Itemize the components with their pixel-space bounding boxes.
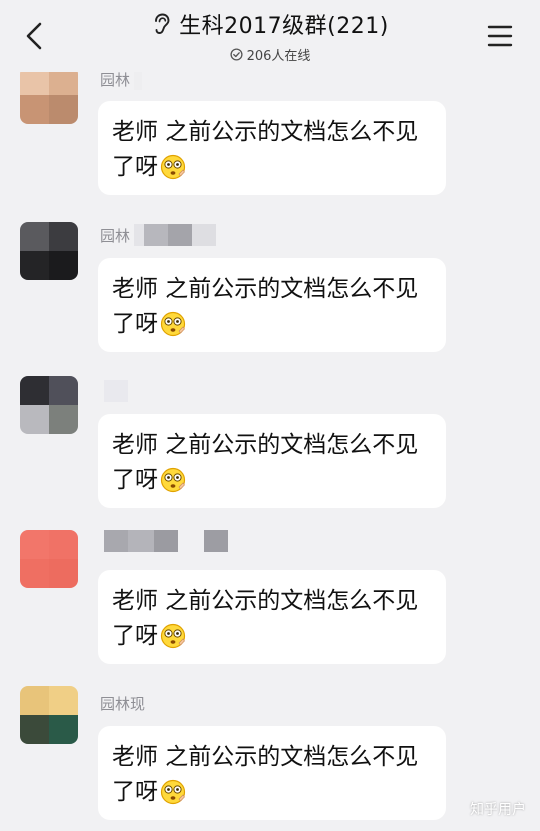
message-bubble[interactable]: 老师 之前公示的文档怎么不见了呀 xyxy=(98,570,446,664)
mosaic-redaction xyxy=(168,224,193,246)
message-text: 老师 之前公示的文档怎么不见了呀 xyxy=(112,432,419,493)
sender-name-row xyxy=(100,530,228,552)
avatar[interactable] xyxy=(20,530,78,588)
message-bubble[interactable]: 老师 之前公示的文档怎么不见了呀 xyxy=(98,414,446,508)
message-bubble[interactable]: 老师 之前公示的文档怎么不见了呀 xyxy=(98,726,446,820)
sender-name-row xyxy=(100,380,128,402)
ear-icon xyxy=(155,13,170,34)
sender-name: 园林 xyxy=(100,226,131,245)
flushed-face-emoji-icon xyxy=(160,154,186,180)
sender-name: 园林现 xyxy=(100,694,146,713)
mosaic-redaction xyxy=(134,224,145,246)
online-count: 206人在线 xyxy=(246,49,311,64)
mosaic-redaction xyxy=(204,530,228,552)
sender-name-row: 园林 xyxy=(100,224,217,246)
mosaic-redaction xyxy=(104,380,128,402)
message-text: 老师 之前公示的文档怎么不见了呀 xyxy=(112,588,419,649)
title-block: 生科2017级群(221) 206人在线 xyxy=(0,8,540,65)
flushed-face-emoji-icon xyxy=(160,467,186,493)
flushed-face-emoji-icon xyxy=(160,623,186,649)
chat-header: 生科2017级群(221) 206人在线 xyxy=(0,0,540,72)
mosaic-redaction xyxy=(128,530,154,552)
avatar[interactable] xyxy=(20,222,78,280)
message-text: 老师 之前公示的文档怎么不见了呀 xyxy=(112,744,419,805)
group-title: 生科2017级群(221) xyxy=(179,14,389,39)
message-bubble[interactable]: 老师 之前公示的文档怎么不见了呀 xyxy=(98,258,446,352)
online-check-icon xyxy=(230,48,243,61)
online-status: 206人在线 xyxy=(230,45,311,64)
message-bubble[interactable]: 老师 之前公示的文档怎么不见了呀 xyxy=(98,101,446,195)
message-text: 老师 之前公示的文档怎么不见了呀 xyxy=(112,276,419,337)
sender-name-row: 园林现 xyxy=(100,692,149,714)
avatar[interactable] xyxy=(20,66,78,124)
mosaic-redaction xyxy=(192,224,217,246)
mosaic-redaction xyxy=(104,530,128,552)
title-row[interactable]: 生科2017级群(221) xyxy=(151,8,389,40)
avatar[interactable] xyxy=(20,686,78,744)
menu-icon[interactable] xyxy=(486,22,514,50)
mosaic-redaction xyxy=(154,530,178,552)
flushed-face-emoji-icon xyxy=(160,779,186,805)
watermark: 知乎用户 xyxy=(470,802,526,818)
avatar[interactable] xyxy=(20,376,78,434)
flushed-face-emoji-icon xyxy=(160,311,186,337)
mosaic-redaction xyxy=(144,224,169,246)
mosaic-redaction xyxy=(178,530,204,552)
message-text: 老师 之前公示的文档怎么不见了呀 xyxy=(112,119,419,180)
